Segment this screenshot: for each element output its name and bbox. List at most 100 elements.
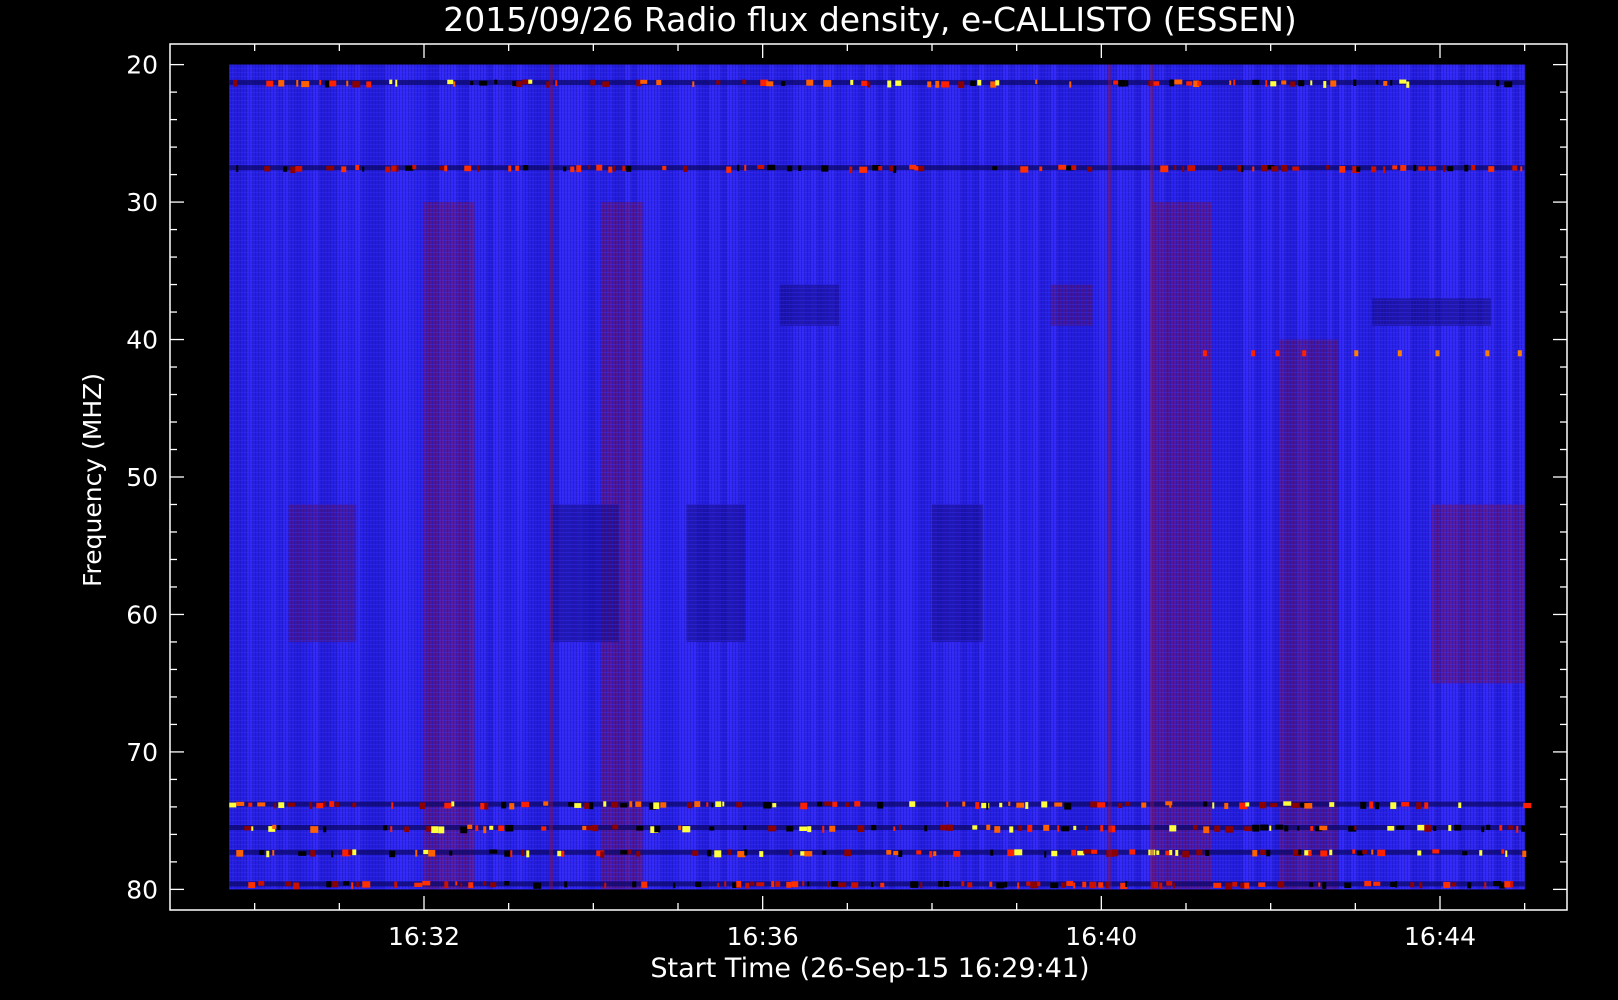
emission-pixel [786, 881, 792, 888]
emission-pixel [1297, 826, 1300, 831]
emission-pixel [464, 165, 472, 172]
emission-pixel [1369, 801, 1374, 809]
emission-pixel [787, 165, 793, 172]
emission-pixel [791, 881, 799, 888]
emission-dot [1435, 350, 1440, 357]
emission-pixel [546, 81, 550, 88]
emission-pixel [742, 79, 747, 85]
emission-pixel [1025, 802, 1029, 809]
emission-pixel [1371, 849, 1374, 855]
emission-pixel [768, 825, 777, 832]
emission-dot [1275, 350, 1280, 357]
emission-pixel [415, 849, 418, 857]
emission-pixel [850, 79, 854, 85]
emission-pixel [1077, 850, 1085, 856]
emission-pixel [929, 851, 933, 858]
emission-pixel [1383, 80, 1388, 86]
emission-pixel [1058, 164, 1067, 170]
emission-pixel [1292, 166, 1300, 171]
emission-pixel [1308, 850, 1312, 857]
x-axis-label: Start Time (26-Sep-15 16:29:41) [650, 953, 1089, 984]
chart-title: 2015/09/26 Radio flux density, e-CALLIST… [443, 0, 1297, 39]
emission-pixel [1326, 164, 1330, 170]
emission-pixel [383, 825, 388, 831]
emission-dot [1202, 350, 1207, 357]
emission-pixel [460, 882, 463, 887]
emission-pixel [574, 803, 582, 808]
emission-pixel [709, 826, 715, 831]
emission-pixel [325, 80, 330, 88]
emission-pixel [822, 825, 825, 833]
emission-pixel [285, 881, 292, 887]
emission-pixel [1392, 165, 1398, 170]
emission-pixel [1323, 81, 1327, 88]
emission-pixel [1419, 882, 1423, 889]
emission-pixel [1090, 801, 1099, 808]
emission-pixel [1089, 881, 1097, 889]
emission-pixel [1159, 882, 1163, 890]
emission-pixel [1354, 825, 1357, 831]
emission-pixel [541, 826, 547, 831]
emission-pixel [798, 165, 802, 171]
y-tick-label: 20 [126, 51, 158, 80]
emission-pixel [745, 882, 750, 889]
emission-pixel [851, 882, 859, 888]
emission-pixel [632, 881, 637, 888]
emission-pixel [1373, 881, 1381, 886]
emission-pixel [1290, 81, 1296, 87]
emission-pixel [861, 80, 868, 86]
emission-pixel [992, 166, 998, 171]
emission-pixel [1197, 81, 1202, 86]
emission-pixel [533, 882, 542, 889]
emission-pixel [412, 164, 417, 170]
emission-pixel [656, 79, 662, 86]
emission-pixel [1018, 825, 1023, 831]
emission-pixel [771, 881, 775, 887]
emission-pixel [391, 802, 394, 809]
emission-pixel [1125, 801, 1131, 806]
emission-pixel [264, 166, 271, 172]
emission-pixel [592, 824, 599, 832]
emission-pixel [832, 801, 838, 807]
emission-pixel [1377, 849, 1386, 857]
emission-pixel [257, 802, 266, 807]
emission-pixel [1447, 166, 1454, 172]
emission-pixel [590, 79, 596, 86]
emission-pixel [603, 801, 607, 807]
emission-pixel [1344, 882, 1352, 888]
x-tick-label: 16:40 [1065, 922, 1137, 951]
emission-pixel [557, 850, 562, 857]
emission-pixel [694, 801, 701, 808]
emission-pixel [236, 165, 239, 173]
emission-pixel [1100, 825, 1104, 832]
emission-pixel [1087, 166, 1093, 172]
emission-pixel [611, 801, 619, 808]
emission-pixel [576, 165, 582, 173]
emission-pixel [1071, 849, 1077, 856]
emission-pixel [849, 166, 853, 174]
emission-pixel [329, 80, 337, 87]
emission-pixel [1360, 801, 1367, 809]
emission-pixel [1395, 881, 1398, 888]
emission-pixel [899, 824, 902, 830]
emission-pixel [706, 802, 709, 807]
vertical-burst [1150, 64, 1155, 890]
emission-pixel [1129, 849, 1136, 855]
emission-pixel [687, 802, 693, 809]
emission-pixel [309, 802, 313, 809]
emission-pixel [490, 882, 497, 888]
emission-pixel [1504, 81, 1513, 88]
emission-pixel [483, 881, 487, 886]
emission-pixel [961, 881, 965, 887]
emission-pixel [236, 801, 245, 806]
emission-pixel [1259, 802, 1267, 809]
emission-pixel [1298, 80, 1305, 87]
emission-pixel [692, 81, 695, 87]
emission-pixel [1448, 825, 1452, 831]
emission-pixel [916, 850, 922, 855]
emission-pixel [1160, 165, 1169, 173]
emission-pixel [935, 80, 940, 88]
emission-pixel [640, 79, 648, 84]
emission-pixel [293, 882, 300, 890]
emission-pixel [995, 80, 1000, 86]
